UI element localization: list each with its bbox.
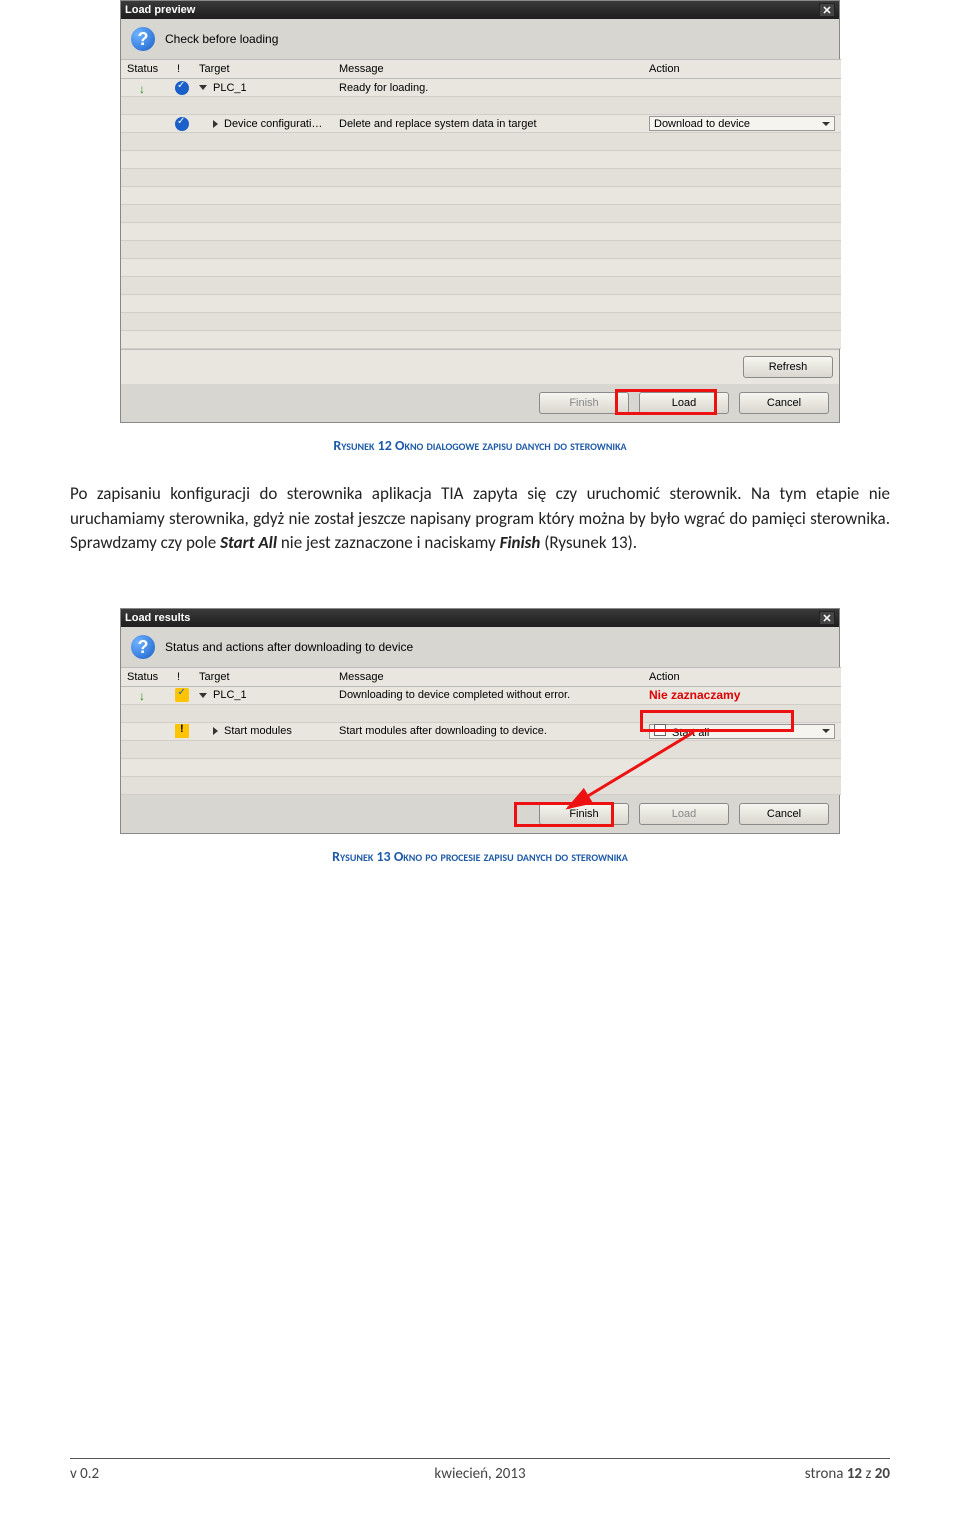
finish-button[interactable]: Finish: [539, 803, 629, 825]
status-icon: [121, 115, 171, 133]
load-preview-dialog: Load preview ✕ ? Check before loading St…: [120, 0, 840, 423]
start-all-checkbox[interactable]: Start all: [649, 724, 835, 739]
figure-12: Load preview ✕ ? Check before loading St…: [70, 0, 890, 423]
refresh-row: Refresh: [121, 349, 839, 384]
figure-13: Load results ✕ ? Status and actions afte…: [70, 608, 890, 834]
table-row-target: Device configurati…: [193, 115, 333, 133]
table-row-message: Delete and replace system data in target: [333, 115, 643, 133]
col-target: Target: [193, 59, 333, 79]
action-dropdown[interactable]: Download to device: [649, 116, 835, 131]
dialog-info-row: ? Check before loading: [121, 19, 839, 59]
dialog-info-row: ? Status and actions after downloading t…: [121, 627, 839, 667]
load-button[interactable]: Load: [639, 392, 729, 414]
dialog-info-text: Check before loading: [165, 32, 278, 46]
checkbox-icon[interactable]: [654, 724, 666, 736]
question-icon: ?: [131, 27, 155, 51]
col-status: Status: [121, 59, 171, 79]
col-action: Action: [643, 667, 841, 687]
finish-button[interactable]: Finish: [539, 392, 629, 414]
body-paragraph: Po zapisaniu konfiguracji do sterownika …: [70, 482, 890, 556]
dialog-table: Status ! Target Message Action PLC_1 Dow…: [121, 667, 839, 795]
dialog-title: Load results: [125, 612, 190, 624]
check-icon: [171, 115, 193, 133]
load-button[interactable]: Load: [639, 803, 729, 825]
dialog-titlebar: Load preview ✕: [121, 1, 839, 19]
cancel-button[interactable]: Cancel: [739, 803, 829, 825]
col-message: Message: [333, 667, 643, 687]
chevron-down-icon[interactable]: [199, 85, 207, 90]
close-icon[interactable]: ✕: [819, 611, 835, 625]
figure-13-caption: Rysunek 13 Okno po procesie zapisu danyc…: [70, 848, 890, 865]
col-status: Status: [121, 667, 171, 687]
footer-right: strona 12 z 20: [617, 1465, 890, 1483]
table-row-target: PLC_1: [193, 687, 333, 705]
col-action: Action: [643, 59, 841, 79]
dialog-table: Status ! Target Message Action PLC_1 Rea…: [121, 59, 839, 349]
close-icon[interactable]: ✕: [819, 3, 835, 17]
dialog-buttons: Finish Load Cancel: [121, 384, 839, 422]
table-row-message: Downloading to device completed without …: [333, 687, 643, 705]
shield-icon: [171, 687, 193, 705]
col-bang: !: [171, 667, 193, 687]
table-row-target: PLC_1: [193, 79, 333, 97]
table-row-action-label: Nie zaznaczamy: [643, 687, 841, 705]
footer-left: v 0.2: [70, 1465, 343, 1483]
status-icon: [121, 687, 171, 705]
status-icon: [121, 79, 171, 97]
dialog-title: Load preview: [125, 4, 195, 16]
figure-12-caption: Rysunek 12 Okno dialogowe zapisu danych …: [70, 437, 890, 454]
chevron-down-icon: [822, 729, 830, 733]
dialog-buttons: Finish Load Cancel: [121, 795, 839, 833]
table-row-action[interactable]: [643, 79, 841, 97]
nie-zaznaczamy-label: Nie zaznaczamy: [649, 688, 740, 702]
load-results-dialog: Load results ✕ ? Status and actions afte…: [120, 608, 840, 834]
col-target: Target: [193, 667, 333, 687]
table-row-action[interactable]: Download to device: [643, 115, 841, 133]
chevron-down-icon[interactable]: [199, 693, 207, 698]
page-footer: v 0.2 kwiecień, 2013 strona 12 z 20: [70, 1458, 890, 1483]
table-row-message: Start modules after downloading to devic…: [333, 723, 643, 741]
dialog-info-text: Status and actions after downloading to …: [165, 640, 413, 654]
cancel-button[interactable]: Cancel: [739, 392, 829, 414]
question-icon: ?: [131, 635, 155, 659]
dialog-titlebar: Load results ✕: [121, 609, 839, 627]
col-bang: !: [171, 59, 193, 79]
chevron-right-icon[interactable]: [213, 727, 218, 735]
table-row-target: Start modules: [193, 723, 333, 741]
chevron-down-icon: [822, 122, 830, 126]
table-row-message: Ready for loading.: [333, 79, 643, 97]
table-row-action[interactable]: Start all: [643, 723, 841, 741]
check-icon: [171, 79, 193, 97]
refresh-button[interactable]: Refresh: [743, 356, 833, 378]
footer-center: kwiecień, 2013: [343, 1465, 616, 1483]
chevron-right-icon[interactable]: [213, 120, 218, 128]
col-message: Message: [333, 59, 643, 79]
warning-icon: [171, 723, 193, 741]
